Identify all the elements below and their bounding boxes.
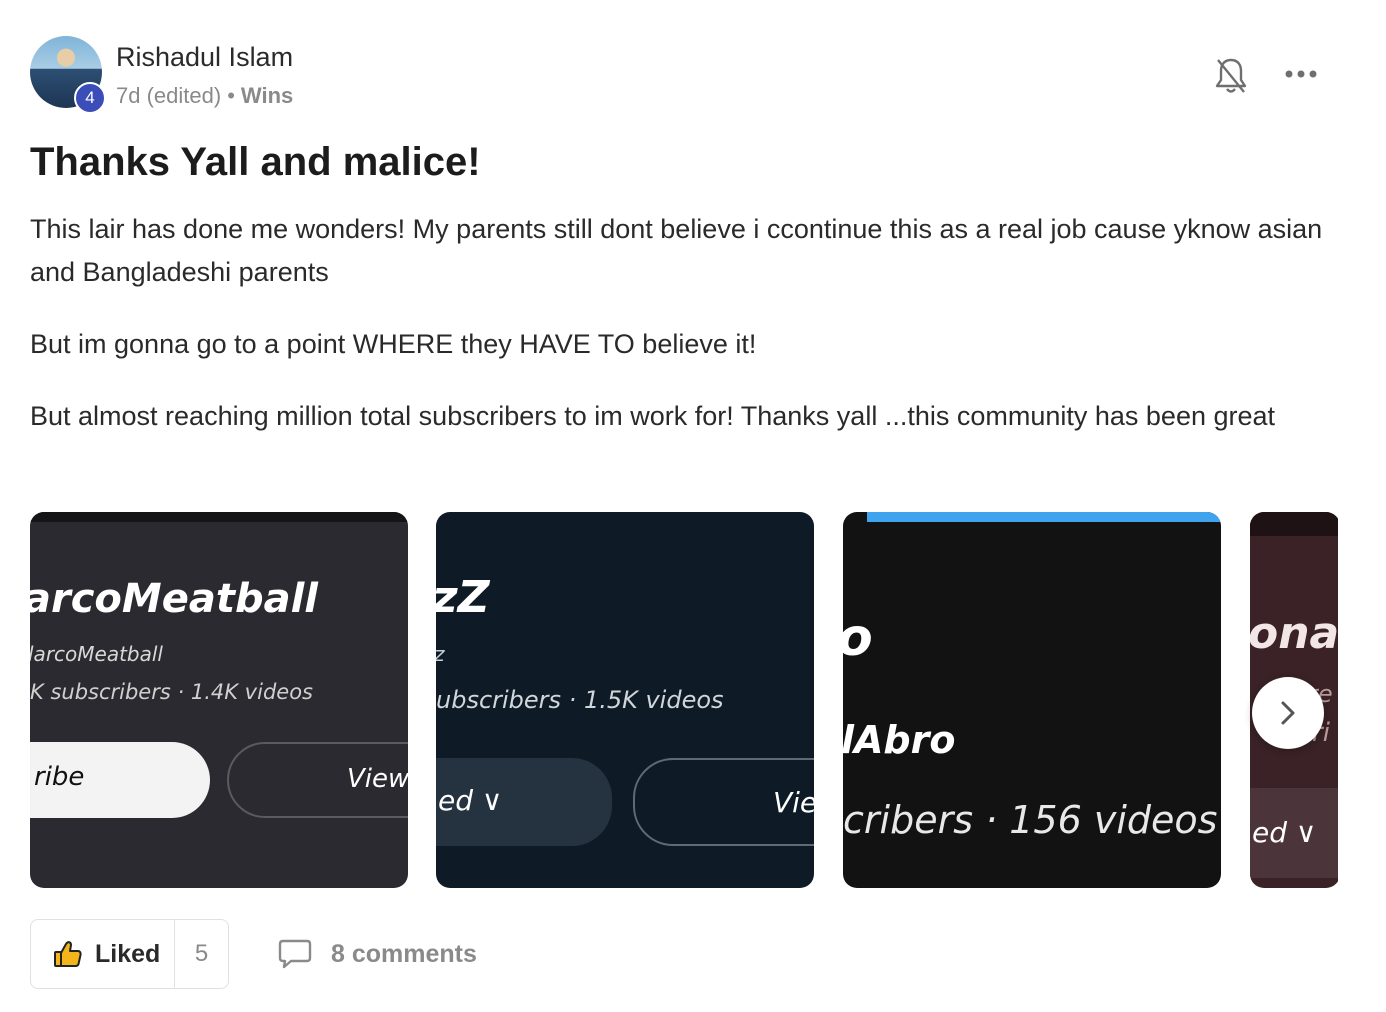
meta-separator: • (227, 83, 235, 108)
channel-stats: cribers · 156 videos (843, 798, 1218, 842)
subscribed-pill: ed ∨ (1250, 788, 1338, 878)
channel-handle: z (436, 642, 445, 666)
bell-off-icon[interactable] (1213, 56, 1249, 96)
comments-label: 8 comments (331, 939, 477, 968)
channel-name: zZ (436, 572, 490, 623)
post-header: 4 Rishadul Islam 7d (edited) • Wins (30, 36, 1340, 114)
author-avatar[interactable]: 4 (30, 36, 106, 114)
channel-name: onaS (1250, 608, 1338, 659)
channel-name: arcoMeatball (30, 576, 319, 622)
accent-bar (867, 512, 1221, 522)
chevron-right-icon (1281, 701, 1295, 725)
post-meta: 7d (edited) • Wins (116, 83, 293, 109)
pill-label: View (347, 764, 408, 794)
pill-label: ribe (34, 762, 85, 792)
author-name[interactable]: Rishadul Islam (116, 42, 293, 73)
comments-link[interactable]: 8 comments (277, 938, 477, 970)
pill-label: Vie (773, 786, 814, 819)
gallery-image[interactable]: arcoMeatball larcoMeatball K subscribers… (30, 512, 408, 888)
channel-name: o (843, 608, 873, 668)
thumbs-up-icon (54, 941, 82, 967)
like-button[interactable]: Liked 5 (30, 919, 229, 989)
view-pill: View (227, 742, 408, 818)
post-body: This lair has done me wonders! My parent… (30, 208, 1340, 467)
subscribe-pill: ribe (30, 742, 210, 818)
post-title: Thanks Yall and malice! (30, 140, 481, 184)
post-paragraph: This lair has done me wonders! My parent… (30, 214, 1323, 287)
gallery-image[interactable]: o lAbro cribers · 156 videos (843, 512, 1221, 888)
post-category[interactable]: Wins (241, 83, 293, 108)
channel-handle: lAbro (843, 718, 956, 762)
image-gallery: arcoMeatball larcoMeatball K subscribers… (30, 512, 1338, 890)
gallery-image[interactable]: zZ z ubscribers · 1.5K videos ed ∨ Vie (436, 512, 814, 888)
channel-stats: K subscribers · 1.4K videos (30, 680, 313, 704)
like-label: Liked (95, 939, 161, 968)
post-paragraph: But im gonna go to a point WHERE they HA… (30, 329, 757, 359)
more-options-icon[interactable] (1284, 64, 1320, 84)
gallery-next-button[interactable] (1252, 677, 1324, 749)
channel-stats: ubscribers · 1.5K videos (436, 686, 724, 714)
view-pill: Vie (633, 758, 814, 846)
pill-label: ed ∨ (438, 784, 503, 817)
post: 4 Rishadul Islam 7d (edited) • Wins Thanks… (30, 36, 1340, 989)
channel-handle: larcoMeatball (30, 642, 163, 666)
post-paragraph: But almost reaching million total subscr… (30, 401, 1276, 431)
like-count[interactable]: 5 (175, 940, 228, 968)
level-badge: 4 (74, 82, 106, 114)
pill-label: ed ∨ (1252, 816, 1317, 849)
subscribed-pill: ed ∨ (436, 758, 612, 846)
like-toggle[interactable]: Liked (31, 920, 175, 988)
post-time: 7d (edited) (116, 83, 222, 108)
comment-icon (278, 939, 312, 969)
